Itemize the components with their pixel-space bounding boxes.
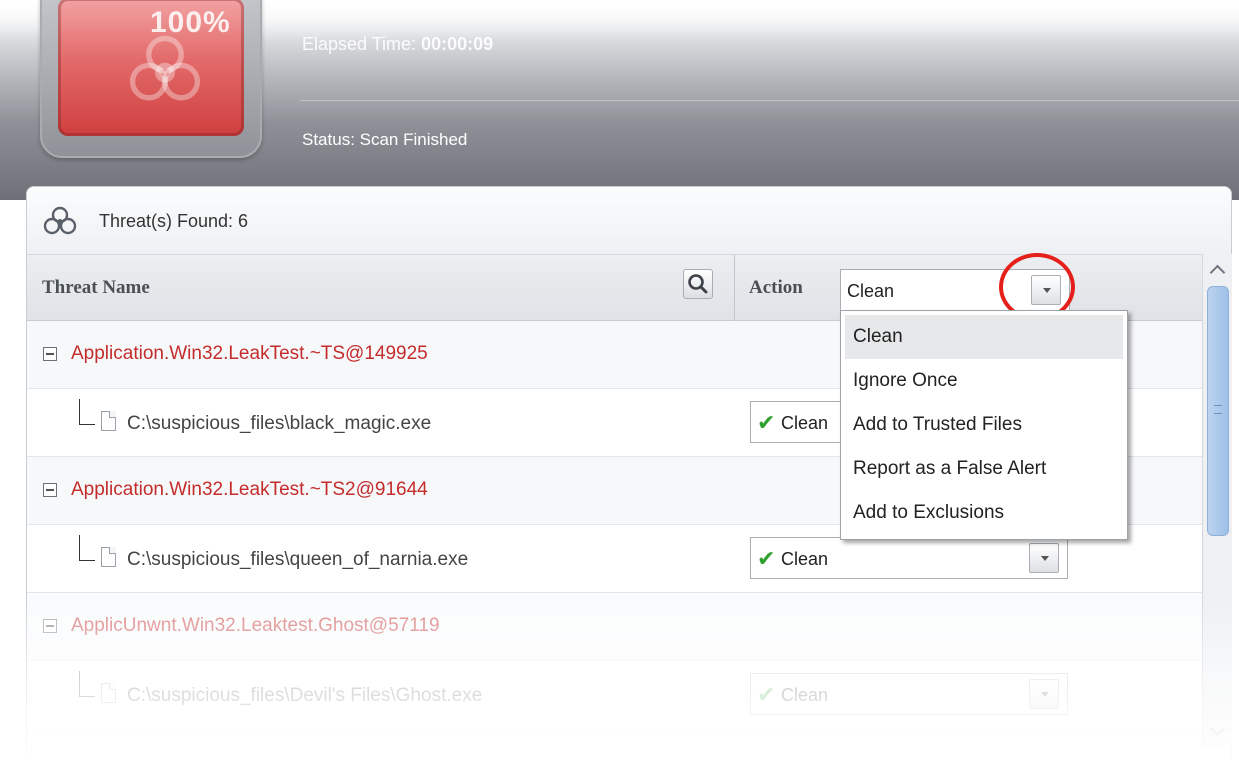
progress-percent: 100%	[150, 6, 231, 39]
threat-name: ApplicUnwnt.Win32.Leaktest.Ghost@57119	[71, 615, 440, 636]
header-divider	[300, 100, 1239, 101]
file-path: C:\suspicious_files\black_magic.exe	[127, 413, 432, 434]
dropdown-item-ignore-once[interactable]: Ignore Once	[845, 359, 1123, 403]
column-separator	[734, 255, 735, 321]
biohazard-icon	[43, 206, 77, 235]
threat-name: Application.Win32.LeakTest.~TS2@91644	[71, 479, 428, 500]
scan-header: 100% Elapsed Time: 00:00:09 Status: Scan…	[0, 0, 1239, 200]
dropdown-item-add-trusted[interactable]: Add to Trusted Files	[845, 403, 1123, 447]
column-action: Action	[749, 277, 803, 298]
column-threat-name[interactable]: Threat Name	[42, 277, 150, 299]
file-icon	[101, 547, 116, 567]
elapsed-value: 00:00:09	[421, 34, 494, 54]
collapse-icon[interactable]	[43, 619, 57, 633]
scan-status: Status: Scan Finished	[302, 130, 468, 149]
scroll-down-icon[interactable]	[1207, 720, 1229, 742]
tree-connector	[79, 535, 95, 561]
collapse-icon[interactable]	[43, 483, 57, 497]
scroll-up-icon[interactable]	[1207, 260, 1229, 282]
threats-found-label: Threat(s) Found: 6	[99, 211, 249, 231]
file-icon	[101, 411, 116, 431]
action-dropdown-menu: Clean Ignore Once Add to Trusted Files R…	[840, 310, 1128, 540]
threat-row[interactable]: ApplicUnwnt.Win32.Leaktest.Ghost@57119	[27, 593, 1203, 661]
file-path: C:\suspicious_files\queen_of_narnia.exe	[127, 549, 469, 570]
checkmark-icon: ✔	[757, 682, 776, 707]
row-action-value: Clean	[781, 685, 829, 705]
checkmark-icon: ✔	[757, 410, 776, 435]
progress-tile: 100%	[40, 0, 262, 158]
tree-connector	[79, 671, 95, 697]
elapsed-label: Elapsed Time:	[302, 34, 422, 54]
file-icon	[101, 683, 116, 703]
scroll-thumb[interactable]	[1207, 286, 1229, 536]
row-action-value: Clean	[781, 413, 829, 433]
elapsed-time: Elapsed Time: 00:00:09	[302, 34, 493, 55]
checkmark-icon: ✔	[757, 546, 776, 571]
threats-summary-bar: Threat(s) Found: 6	[27, 187, 1231, 255]
row-action-value: Clean	[781, 549, 829, 569]
dropdown-item-add-exclusions[interactable]: Add to Exclusions	[845, 491, 1123, 535]
row-action-select[interactable]: ✔ Clean	[750, 537, 1068, 579]
tree-connector	[79, 399, 95, 425]
chevron-down-icon[interactable]	[1029, 679, 1059, 709]
dropdown-item-clean[interactable]: Clean	[845, 315, 1123, 359]
vertical-scrollbar[interactable]	[1202, 254, 1232, 746]
global-action-value: Clean	[847, 281, 895, 301]
dropdown-item-report-false-alert[interactable]: Report as a False Alert	[845, 447, 1123, 491]
file-path: C:\suspicious_files\Devil's Files\Ghost.…	[127, 685, 483, 706]
row-action-select[interactable]: ✔ Clean	[750, 673, 1068, 715]
search-button[interactable]	[683, 269, 713, 299]
chevron-down-icon[interactable]	[1029, 543, 1059, 573]
search-icon	[688, 274, 708, 294]
progress-indicator: 100%	[58, 0, 244, 136]
file-row[interactable]: C:\suspicious_files\Devil's Files\Ghost.…	[27, 661, 1203, 729]
collapse-icon[interactable]	[43, 347, 57, 361]
threat-name: Application.Win32.LeakTest.~TS@149925	[71, 343, 428, 364]
